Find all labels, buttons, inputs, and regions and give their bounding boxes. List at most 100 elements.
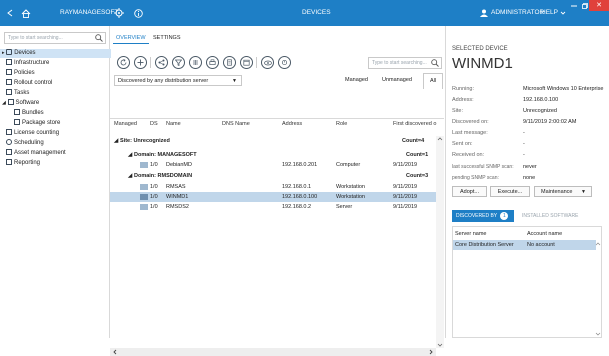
- chevron-up-icon[interactable]: [595, 241, 601, 247]
- distribution-server-dropdown[interactable]: Discovered by any distribution server ▼: [114, 75, 242, 86]
- share-button[interactable]: [155, 56, 168, 69]
- table-vertical-scrollbar[interactable]: [595, 239, 601, 337]
- col-address[interactable]: Address: [282, 119, 302, 129]
- sidebar-item-package-store[interactable]: Package store: [14, 119, 60, 128]
- tab-installed-software[interactable]: INSTALLED SOFTWARE: [522, 210, 578, 222]
- help-link[interactable]: HELP: [541, 0, 558, 26]
- back-button[interactable]: [4, 0, 16, 26]
- col-managed[interactable]: Managed: [114, 119, 137, 129]
- filter-all[interactable]: All: [423, 73, 444, 89]
- sidebar-item-bundles[interactable]: Bundles: [14, 109, 44, 118]
- grid-search-placeholder: Type to start searching...: [372, 60, 427, 66]
- grid-vertical-scrollbar[interactable]: [436, 136, 444, 348]
- search-icon[interactable]: [95, 34, 103, 42]
- tab-overview[interactable]: OVERVIEW: [113, 33, 149, 44]
- printer-icon: [209, 59, 216, 65]
- table-row[interactable]: 1/0 RMSAS 192.168.0.1 Workstation 9/11/2…: [110, 182, 436, 192]
- export-button[interactable]: [223, 56, 236, 69]
- maintenance-mode-button[interactable]: [278, 56, 291, 69]
- sidebar-item-asset-management[interactable]: Asset management: [6, 149, 66, 158]
- filter-managed[interactable]: Managed: [345, 75, 368, 86]
- main-panel: OVERVIEW SETTINGS Type to start searchin…: [110, 26, 444, 356]
- col-account-name[interactable]: Account name: [527, 229, 562, 239]
- maximize-button[interactable]: [580, 0, 589, 12]
- license-icon: [6, 129, 12, 135]
- grid-search[interactable]: Type to start searching...: [368, 57, 442, 69]
- table-row[interactable]: 1/0 DebianMD 192.168.0.201 Computer 9/11…: [110, 160, 436, 170]
- filter-unmanaged[interactable]: Unmanaged: [382, 75, 412, 86]
- table-row[interactable]: 1/0 RMSDS2 192.168.0.2 Server 9/11/2019: [110, 202, 436, 212]
- tab-settings[interactable]: SETTINGS: [150, 33, 184, 43]
- field-label: Received on:: [452, 152, 485, 158]
- discovered-count-badge: 1: [500, 212, 509, 220]
- view-button[interactable]: [261, 56, 274, 69]
- cell-name: RMSDS2: [166, 204, 189, 210]
- table-row-selected[interactable]: 1/0 WINMD1 192.168.0.100 Workstation 9/1…: [110, 192, 436, 202]
- toolbar-divider: [256, 57, 257, 68]
- close-button[interactable]: ✕: [589, 0, 609, 11]
- collapse-arrow-icon: ◢: [2, 100, 6, 106]
- refresh-button[interactable]: [117, 56, 130, 69]
- cell-ds: 1/0: [150, 204, 158, 210]
- sidebar-item-scheduling[interactable]: Scheduling: [6, 139, 44, 148]
- field-label: Running:: [452, 86, 475, 92]
- print-button[interactable]: [206, 56, 219, 69]
- tab-discovered-by[interactable]: DISCOVERED BY 1: [452, 210, 514, 222]
- chevron-right-icon[interactable]: [428, 348, 434, 356]
- sidebar-item-policies[interactable]: Policies: [6, 69, 35, 78]
- chevron-left-icon[interactable]: [112, 348, 118, 356]
- field-value: 9/11/2019 2:00:02 AM: [523, 119, 577, 125]
- sidebar-item-devices[interactable]: ▸ Devices: [0, 49, 111, 58]
- cell-first-discovered: 9/11/2019: [393, 162, 418, 168]
- chevron-up-icon[interactable]: [436, 136, 444, 142]
- col-first-discovered[interactable]: First discovered o: [393, 119, 436, 129]
- collapse-arrow-icon: ◢: [128, 173, 133, 179]
- columns-icon: [193, 60, 198, 65]
- maintenance-button[interactable]: Maintenance ▼: [534, 186, 592, 197]
- user-menu[interactable]: ADMINISTRATOR: [491, 0, 544, 26]
- settings-button[interactable]: [112, 0, 126, 26]
- sidebar-item-reporting[interactable]: Reporting: [6, 159, 40, 168]
- sidebar-item-tasks[interactable]: Tasks: [6, 89, 29, 98]
- col-ds[interactable]: DS: [150, 119, 158, 129]
- devices-icon: [6, 49, 13, 55]
- col-server-name[interactable]: Server name: [455, 229, 487, 239]
- info-button[interactable]: [131, 0, 145, 26]
- filter-button[interactable]: [172, 56, 185, 69]
- adopt-button[interactable]: Adopt...: [452, 186, 487, 197]
- cell-name: DebianMD: [166, 162, 192, 168]
- execute-button[interactable]: Execute...: [490, 186, 530, 197]
- expand-arrow-icon: ▸: [2, 50, 5, 56]
- col-dns-name[interactable]: DNS Name: [222, 119, 250, 129]
- calendar-button[interactable]: [240, 56, 253, 69]
- sidebar-item-rollout-control[interactable]: Rollout control: [6, 79, 52, 88]
- domain-group-row[interactable]: ◢ Domain: MANAGESOFT Count=1: [110, 150, 436, 160]
- user-avatar[interactable]: [479, 0, 489, 26]
- asset-icon: [6, 149, 12, 155]
- help-dropdown[interactable]: [559, 0, 567, 26]
- details-panel: SELECTED DEVICE WINMD1 Running: Microsof…: [445, 26, 609, 338]
- chevron-down-icon[interactable]: [436, 342, 444, 348]
- site-group-row[interactable]: ◢ Site: Unrecognized Count=4: [110, 136, 436, 146]
- sidebar-item-license-counting[interactable]: License counting: [6, 129, 59, 138]
- add-button[interactable]: [134, 56, 147, 69]
- distribution-server-value: Discovered by any distribution server: [118, 78, 209, 84]
- sidebar-item-label: Asset management: [14, 150, 66, 156]
- grid-horizontal-scrollbar[interactable]: [110, 348, 436, 356]
- cell-address: 192.168.0.1: [282, 184, 312, 190]
- columns-button[interactable]: [189, 56, 202, 69]
- minimize-button[interactable]: [569, 0, 579, 12]
- table-row-selected[interactable]: Core Distribution Server No account: [453, 240, 596, 250]
- computer-icon: [140, 184, 148, 190]
- sidebar-item-software[interactable]: ◢ Software: [2, 99, 39, 108]
- home-button[interactable]: [19, 0, 33, 26]
- col-role[interactable]: Role: [336, 119, 347, 129]
- domain-group-row[interactable]: ◢ Domain: RMSDOMAIN Count=3: [110, 171, 436, 181]
- col-name[interactable]: Name: [166, 119, 181, 129]
- chevron-down-icon: ▼: [581, 189, 586, 195]
- search-icon[interactable]: [431, 59, 439, 67]
- sidebar-item-infrastructure[interactable]: Infrastructure: [6, 59, 49, 68]
- chevron-down-icon[interactable]: [595, 331, 601, 337]
- domain-group-label: Domain: MANAGESOFT: [134, 152, 197, 158]
- sidebar-search[interactable]: Type to start searching...: [4, 32, 106, 44]
